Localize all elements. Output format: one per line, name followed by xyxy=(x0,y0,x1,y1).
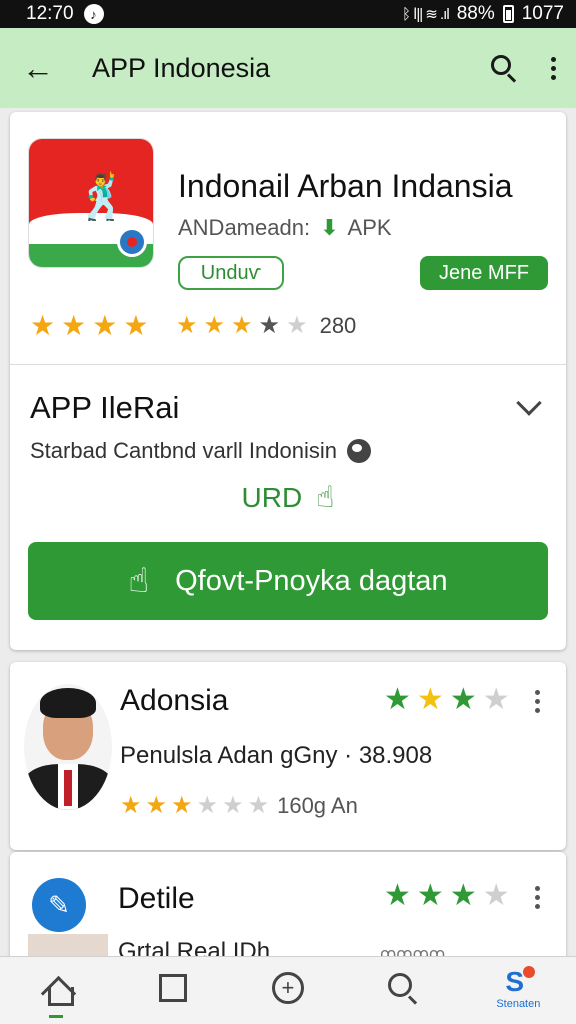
chevron-down-icon[interactable] xyxy=(516,390,542,416)
list-item-rating: ★ ★ ★ ★ ★ ★ 160g An xyxy=(120,792,358,820)
status-bar: 12:70 ♪ ᛒ ⅼ|| ≋ .ıl 88% 1077 xyxy=(0,0,576,28)
list-item-stars: ★ ★ ★ ★ xyxy=(384,683,510,716)
signal-icons: ᛒ ⅼ|| ≋ .ıl xyxy=(401,6,450,23)
star-icon: ★ xyxy=(416,683,444,716)
bottom-navigation: + S Stenaten xyxy=(0,956,576,1024)
battery-icon xyxy=(502,5,514,23)
hand-icon: ☝ xyxy=(128,562,150,600)
list-item-stars: ★ ★ ★ ★ xyxy=(384,879,510,912)
star-icon: ★ xyxy=(231,312,253,339)
description-text: Starbad Cantbnd varll Indonisin xyxy=(30,438,337,463)
star-icon: ★ xyxy=(145,792,168,819)
star-empty-icon: ★ xyxy=(247,792,270,819)
primary-button-label: Qfovt-Pnoyka dagtan xyxy=(175,564,448,597)
store-icon: S xyxy=(501,965,536,996)
star-icon: ★ xyxy=(449,683,477,716)
star-icon: ★ xyxy=(384,683,411,716)
rating-label: 160g An xyxy=(277,793,358,818)
back-arrow-icon[interactable]: ← xyxy=(22,50,62,87)
more-options-icon[interactable] xyxy=(535,690,540,713)
edit-icon: ✎ xyxy=(32,878,86,932)
star-icon: ★ xyxy=(92,310,118,341)
battery-percent: 88% xyxy=(456,3,495,24)
status-time: 12:70 xyxy=(26,3,74,24)
star-icon: ★ xyxy=(203,312,226,339)
star-empty-icon: ★ xyxy=(482,683,510,716)
app-detail-card: 🕺 Indonail Arban Indansia ANDameadn: ⬇ A… xyxy=(10,112,566,650)
search-icon xyxy=(386,971,420,1005)
nav-store-label: Stenaten xyxy=(496,997,541,1010)
app-bar-actions xyxy=(490,54,558,83)
star-empty-icon: ★ xyxy=(482,879,510,912)
list-item[interactable]: Adonsia ★ ★ ★ ★ Penulsla Adan gGny · 38.… xyxy=(10,662,566,850)
app-name: Indonail Arban Indansia xyxy=(178,168,513,204)
square-icon xyxy=(158,973,187,1002)
star-empty-icon: ★ xyxy=(196,792,219,819)
nav-add[interactable]: + xyxy=(243,958,333,1018)
list-item-title: Detile xyxy=(118,882,195,915)
badge-icon xyxy=(117,227,147,257)
developer-label: ANDameadn: xyxy=(178,215,311,240)
list-item[interactable]: ✎ Detile ★ ★ ★ ★ Grtal Real IDh... ꝏꝏꝏꝏ xyxy=(10,852,566,962)
home-icon xyxy=(44,975,74,1006)
secondary-green-button[interactable]: Jene MFF xyxy=(420,256,548,290)
rating-stars-small: ★ ★ ★ ★ ★ 280 xyxy=(176,312,356,340)
star-empty-icon: ★ xyxy=(286,312,308,339)
nav-search[interactable] xyxy=(358,958,448,1018)
rating-count: 280 xyxy=(319,313,357,338)
section-title: APP IleRai xyxy=(30,390,180,425)
avatar xyxy=(24,684,112,810)
download-outline-button[interactable]: Unduѵ xyxy=(178,256,284,290)
nav-home[interactable] xyxy=(13,958,103,1018)
status-indicators: ᛒ ⅼ|| ≋ .ıl 88% 1077 xyxy=(402,3,564,25)
star-icon: ★ xyxy=(61,310,87,341)
app-bar: ← APP Indonesia xyxy=(0,28,576,108)
more-options-icon[interactable] xyxy=(535,886,540,909)
hand-pointer-icon: ☝ xyxy=(316,481,335,514)
star-icon: ★ xyxy=(30,310,56,341)
list-item-title: Adonsia xyxy=(120,684,229,717)
music-notification-icon: ♪ xyxy=(83,4,104,24)
urd-row[interactable]: URD ☝ xyxy=(10,480,566,515)
urd-label: URD xyxy=(241,481,303,513)
nav-apps[interactable] xyxy=(128,958,218,1018)
star-icon: ★ xyxy=(449,879,477,912)
page-title: APP Indonesia xyxy=(92,52,271,83)
apk-label: APK xyxy=(347,215,392,240)
divider xyxy=(10,364,566,365)
dancer-icon: 🕺 xyxy=(75,173,130,222)
active-indicator xyxy=(48,1014,63,1018)
star-icon: ★ xyxy=(120,792,142,819)
more-options-icon[interactable] xyxy=(548,56,558,80)
rating-stars-large: ★ ★ ★ ★ xyxy=(30,312,148,340)
globe-icon xyxy=(346,439,371,463)
list-item-subtitle: Penulsla Adan gGny · 38.908 xyxy=(120,742,433,769)
star-icon: ★ xyxy=(171,792,193,819)
primary-download-button[interactable]: ☝ Qfovt-Pnoyka dagtan xyxy=(28,542,548,620)
star-empty-icon: ★ xyxy=(222,792,244,819)
status-extra: 1077 xyxy=(521,3,564,24)
nav-store[interactable]: S Stenaten xyxy=(473,958,563,1018)
star-icon: ★ xyxy=(176,312,198,339)
download-icon: ⬇ xyxy=(320,215,339,240)
star-icon: ★ xyxy=(123,310,149,341)
star-icon: ★ xyxy=(384,879,411,912)
app-developer: ANDameadn: ⬇ APK xyxy=(178,215,392,241)
app-logo: 🕺 xyxy=(28,138,154,268)
plus-circle-icon: + xyxy=(271,971,304,1004)
star-icon: ★ xyxy=(416,879,444,912)
star-icon: ★ xyxy=(258,312,281,339)
search-icon[interactable] xyxy=(490,54,518,83)
section-description: Starbad Cantbnd varll Indonisin xyxy=(30,438,371,464)
